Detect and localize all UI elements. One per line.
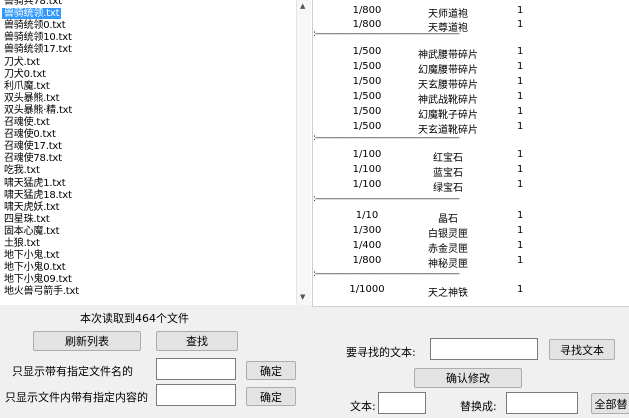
file-list-item[interactable]: 固本心魔.txt <box>4 226 60 237</box>
find-text-button[interactable]: 寻找文本 <box>549 339 615 360</box>
filter-name-label: 只显示带有指定文件名的 <box>12 365 133 378</box>
file-list-item[interactable]: 四星珠.txt <box>4 214 50 225</box>
drop-ratio: 1/500 <box>352 106 382 117</box>
drop-count: 1 <box>517 121 524 132</box>
filter-content-label: 只显示文件内带有指定内容的 <box>5 391 148 404</box>
item-name: 幻魔靴子碎片 <box>418 110 478 121</box>
drop-ratio: 1/500 <box>352 76 382 87</box>
item-name: 蓝宝石 <box>433 168 463 179</box>
file-list-item[interactable]: 兽骑兵78.txt <box>4 0 62 7</box>
drop-ratio: 1/500 <box>352 61 382 72</box>
file-list-item[interactable]: 土狼.txt <box>4 238 40 249</box>
drop-count: 1 <box>517 225 524 236</box>
search-button[interactable]: 查找 <box>156 331 238 351</box>
file-list-item[interactable]: 召魂使0.txt <box>4 129 56 140</box>
drop-ratio: 1/100 <box>352 149 382 160</box>
drop-ratio: 1/400 <box>352 240 382 251</box>
item-name: 神武腰带碎片 <box>418 50 478 61</box>
item-name: 神武战靴碎片 <box>418 95 478 106</box>
drop-count: 1 <box>517 164 524 175</box>
drop-count: 1 <box>517 284 524 295</box>
file-list-item[interactable]: 吃我.txt <box>4 165 40 176</box>
drop-count: 1 <box>517 210 524 221</box>
file-list-item[interactable]: 地火兽弓箭手.txt <box>4 286 79 297</box>
refresh-list-button[interactable]: 刷新列表 <box>33 331 141 351</box>
file-list-item[interactable]: 兽骑统领17.txt <box>4 44 72 55</box>
file-list-item[interactable]: 召魂使17.txt <box>4 141 62 152</box>
replace-with-input[interactable] <box>506 392 578 414</box>
drop-count: 1 <box>517 61 524 72</box>
drop-ratio: 1/500 <box>352 46 382 57</box>
find-text-label: 要寻找的文本: <box>346 346 416 359</box>
file-list-item[interactable]: 啸天猛虎1.txt <box>4 178 66 189</box>
file-list-item[interactable]: 刀犬0.txt <box>4 69 46 80</box>
confirm-modify-button[interactable]: 确认修改 <box>414 368 522 388</box>
item-name: 绿宝石 <box>433 183 463 194</box>
filter-name-confirm-button[interactable]: 确定 <box>246 361 296 380</box>
replace-all-button[interactable]: 全部替 <box>591 393 629 414</box>
section-separator: :---------------------------------------… <box>313 30 460 39</box>
drop-ratio: 1/800 <box>352 19 382 30</box>
text-input[interactable] <box>378 392 426 414</box>
section-separator: :---------------------------------------… <box>313 195 460 204</box>
drop-ratio: 1/100 <box>352 179 382 190</box>
file-list-item[interactable]: 啸天猛虎18.txt <box>4 190 72 201</box>
item-name: 天之神铁 <box>428 288 468 299</box>
section-separator: :---------------------------------------… <box>313 270 460 279</box>
item-name: 幻魔腰带碎片 <box>418 65 478 76</box>
drop-count: 1 <box>517 46 524 57</box>
replace-with-label: 替换成: <box>460 400 497 413</box>
file-list-item[interactable]: 双头暴熊.txt <box>4 93 60 104</box>
drop-ratio: 1/800 <box>352 255 382 266</box>
drop-count: 1 <box>517 255 524 266</box>
item-name: 神秘灵匣 <box>428 259 468 270</box>
file-list-item[interactable]: 兽骑统领.txt <box>2 8 62 20</box>
file-count-status: 本次读取到464个文件 <box>80 312 189 325</box>
scroll-down-icon[interactable]: ▼ <box>300 293 305 301</box>
drop-ratio: 1/100 <box>352 164 382 175</box>
file-list-item[interactable]: 地下小鬼.txt <box>4 250 60 261</box>
drop-count: 1 <box>517 240 524 251</box>
drop-ratio: 1/1000 <box>349 284 385 295</box>
file-list-item[interactable]: 双头暴熊·精.txt <box>4 105 72 116</box>
file-list-item[interactable]: 兽骑统领0.txt <box>4 20 66 31</box>
filter-content-confirm-button[interactable]: 确定 <box>246 387 296 406</box>
item-name: 天师道袍 <box>428 9 468 20</box>
filter-name-input[interactable] <box>156 358 236 380</box>
file-list-item[interactable]: 刀犬.txt <box>4 57 40 68</box>
item-name: 红宝石 <box>433 153 463 164</box>
drop-ratio: 1/500 <box>352 91 382 102</box>
item-name: 天玄腰带碎片 <box>418 80 478 91</box>
drop-ratio: 1/500 <box>352 121 382 132</box>
filter-content-input[interactable] <box>156 384 236 406</box>
drop-count: 1 <box>517 149 524 160</box>
drop-count: 1 <box>517 179 524 190</box>
file-list-item[interactable]: 兽骑统领10.txt <box>4 32 72 43</box>
file-listbox[interactable]: 兽骑兵78.txt 兽骑统领.txt 兽骑统领0.txt 兽骑统领10.txt 兽骑统领… <box>0 0 312 305</box>
find-text-input[interactable] <box>430 338 538 360</box>
file-list-item[interactable]: 召魂使.txt <box>4 117 50 128</box>
drop-ratio: 1/10 <box>355 210 379 221</box>
file-list-item[interactable]: 啸天虎妖.txt <box>4 202 60 213</box>
item-name: 白银灵匣 <box>428 229 468 240</box>
drop-count: 1 <box>517 91 524 102</box>
drop-count: 1 <box>517 106 524 117</box>
item-name: 晶石 <box>438 214 458 225</box>
section-separator: :---------------------------------------… <box>313 134 460 143</box>
drop-ratio: 1/800 <box>352 5 382 16</box>
drop-count: 1 <box>517 5 524 16</box>
text-label: 文本: <box>350 400 376 413</box>
drop-count: 1 <box>517 19 524 30</box>
file-list-item[interactable]: 地下小鬼09.txt <box>4 274 72 285</box>
item-name: 赤金灵匣 <box>428 244 468 255</box>
list-scrollbar[interactable]: ▲ ▼ <box>296 0 311 305</box>
scroll-up-icon[interactable]: ▲ <box>300 2 305 10</box>
file-list-item[interactable]: 地下小鬼0.txt <box>4 262 66 273</box>
drop-count: 1 <box>517 76 524 87</box>
file-list-item[interactable]: 召魂使78.txt <box>4 153 62 164</box>
file-list-item[interactable]: 利爪魔.txt <box>4 81 50 92</box>
file-content-editor[interactable]: 1/800 天师道袍 1 1/800 天尊道袍 1:-------------------… <box>312 0 629 307</box>
drop-ratio: 1/300 <box>352 225 382 236</box>
